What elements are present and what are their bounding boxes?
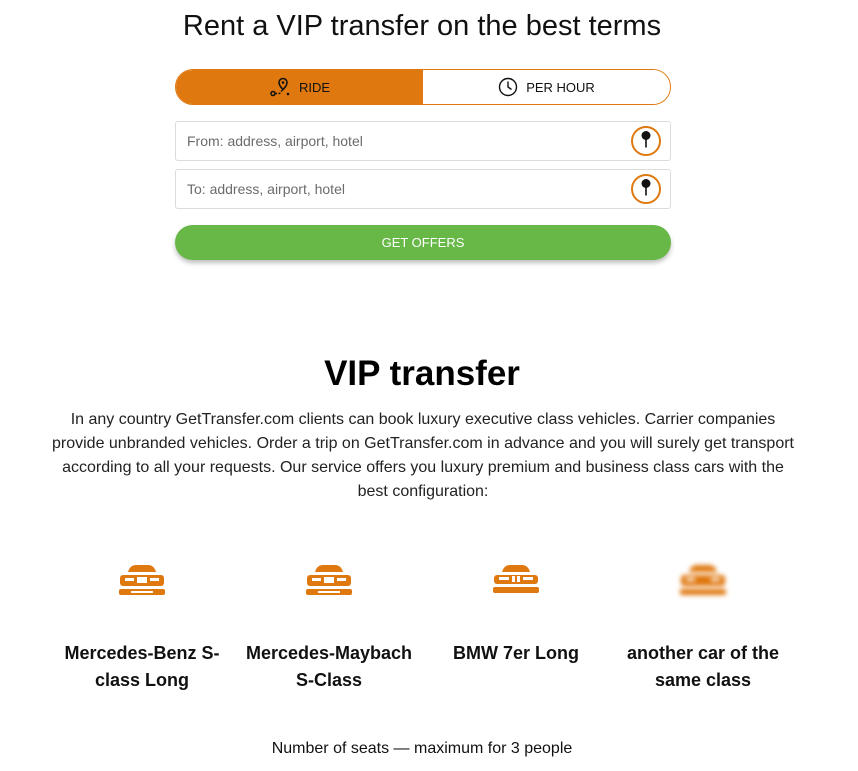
- mode-toggle: RIDE PER HOUR: [175, 69, 671, 105]
- section-description: In any country GetTransfer.com clients c…: [51, 411, 794, 500]
- car-name: BMW 7er Long: [453, 643, 579, 663]
- from-input[interactable]: [176, 122, 617, 160]
- map-pin-icon: [639, 130, 653, 153]
- car-name: Mercedes-Maybach S-Class: [245, 643, 413, 690]
- section-title: VIP transfer: [324, 354, 520, 393]
- car-item-mercedes-s: [57, 562, 227, 598]
- car-name: Mercedes-Benz S-class Long: [64, 643, 220, 690]
- clock-icon: [498, 77, 518, 97]
- tab-ride-label: RIDE: [298, 79, 331, 95]
- map-pin-icon: [639, 178, 653, 201]
- to-map-pin-button[interactable]: [631, 174, 661, 204]
- car-front-icon: [431, 562, 601, 598]
- tab-ride[interactable]: RIDE: [176, 70, 423, 104]
- to-input[interactable]: [176, 170, 617, 208]
- get-offers-button[interactable]: GET OFFERS: [175, 225, 671, 260]
- car-item-maybach: [244, 562, 414, 598]
- tab-per-hour-label: PER HOUR: [526, 79, 595, 95]
- car-item-other: [618, 562, 788, 598]
- car-front-icon: [618, 562, 788, 598]
- car-item-bmw-7: [431, 562, 601, 598]
- to-field: [175, 169, 671, 209]
- car-front-icon: [244, 562, 414, 598]
- car-front-icon: [57, 562, 227, 598]
- car-name: another car of the same class: [626, 643, 780, 690]
- tab-per-hour[interactable]: PER HOUR: [423, 70, 670, 104]
- page-title: Rent a VIP transfer on the best terms: [182, 10, 662, 42]
- route-pin-icon: [269, 77, 291, 97]
- from-map-pin-button[interactable]: [631, 126, 661, 156]
- seats-note: Number of seats — maximum for 3 people: [271, 740, 573, 757]
- from-field: [175, 121, 671, 161]
